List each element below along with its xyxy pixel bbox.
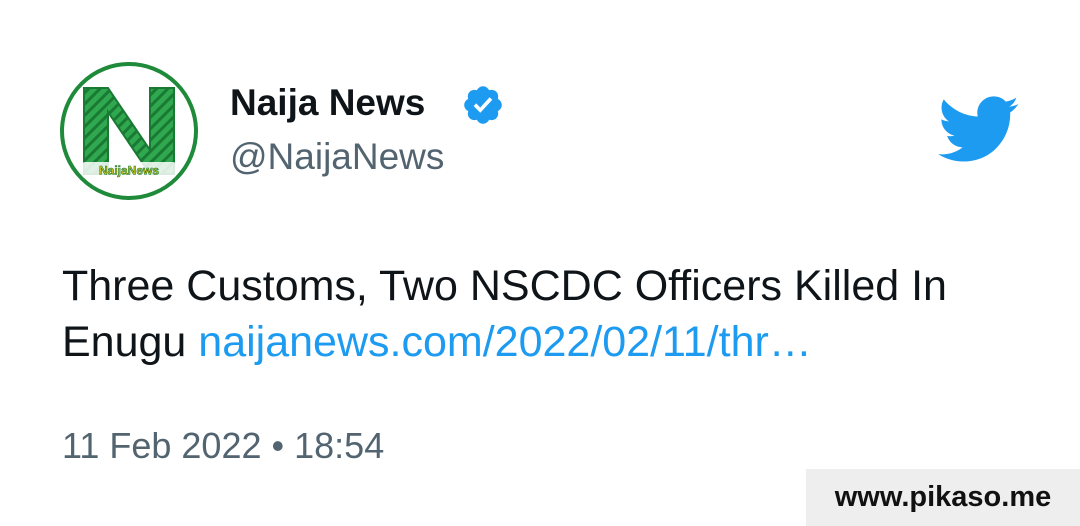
tweet-date: 11 Feb 2022 [62,425,262,466]
logo-text: NaijaNews [99,164,159,178]
naija-news-logo-icon: NaijaNews [82,87,176,178]
verified-badge-icon [464,86,502,124]
watermark-badge: www.pikaso.me [806,469,1080,526]
avatar[interactable]: NaijaNews [60,62,198,200]
watermark-text: www.pikaso.me [834,481,1052,513]
tweet-text: Three Customs, Two NSCDC Officers Killed… [62,258,1022,370]
author-handle[interactable]: @NaijaNews [230,136,444,178]
twitter-bird-icon[interactable] [938,96,1020,164]
tweet-link[interactable]: naijanews.com/2022/02/11/thr… [198,318,812,366]
timestamp-separator: • [271,425,285,466]
author-name[interactable]: Naija News [230,82,425,124]
tweet-time: 18:54 [294,425,385,466]
tweet-timestamp[interactable]: 11 Feb 2022 • 18:54 [62,425,384,467]
